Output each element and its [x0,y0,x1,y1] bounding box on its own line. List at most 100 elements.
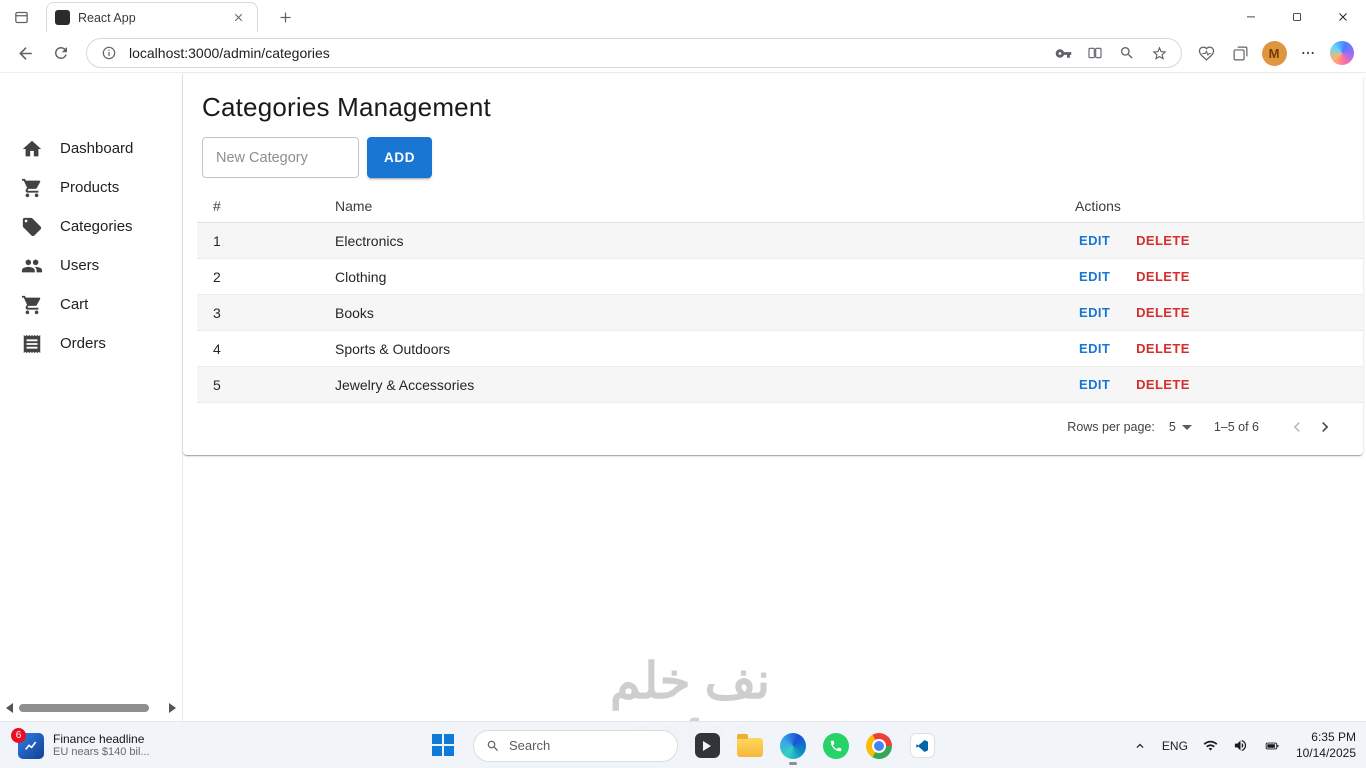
new-tab-icon[interactable] [274,6,296,28]
next-page-button[interactable] [1311,413,1339,441]
sidebar-item-products[interactable]: Products [0,168,182,207]
add-button[interactable]: ADD [367,137,433,178]
passwords-key-icon[interactable] [1051,41,1075,65]
cart-icon [21,178,41,197]
home-icon [22,140,42,156]
sidebar-item-dashboard[interactable]: Dashboard [0,129,182,168]
url-text[interactable]: localhost:3000/admin/categories [129,45,1043,61]
rows-per-page-select[interactable]: 5 [1169,420,1192,434]
sidebar-item-label: Dashboard [60,140,134,157]
vscode-icon[interactable] [908,726,936,766]
sidebar-item-categories[interactable]: Categories [0,207,182,246]
edit-button[interactable]: EDIT [1075,231,1114,250]
tab-close-icon[interactable] [227,7,249,29]
scrollbar-thumb[interactable] [19,704,149,712]
battery-icon[interactable] [1263,739,1281,753]
volume-icon[interactable] [1233,738,1248,753]
sidebar-item-label: Products [60,179,120,196]
admin-sidebar: Dashboard Products Categories Users Cart… [0,73,183,768]
column-header-num: # [197,192,319,223]
refresh-icon[interactable] [46,38,76,68]
browser-essentials-icon[interactable] [1192,39,1220,67]
sidebar-item-users[interactable]: Users [0,246,182,285]
window-close-button[interactable] [1320,0,1366,34]
tray-chevron-up-icon[interactable] [1133,739,1147,753]
sidebar-item-orders[interactable]: Orders [0,324,182,363]
column-header-name: Name [319,192,1059,223]
chrome-browser-icon[interactable] [865,726,893,766]
tab-actions-icon[interactable] [8,4,34,30]
taskbar-search[interactable] [473,729,678,762]
column-header-actions: Actions [1059,192,1363,223]
settings-ellipsis-icon[interactable] [1294,39,1322,67]
media-player-app-icon[interactable] [693,726,721,766]
clock-time: 6:35 PM [1311,729,1356,744]
cart-icon [21,295,41,314]
receipt-icon [23,334,41,353]
delete-button[interactable]: DELETE [1132,231,1194,250]
edit-button[interactable]: EDIT [1075,303,1114,322]
delete-button[interactable]: DELETE [1132,339,1194,358]
table-row: 5 Jewelry & Accessories EDIT DELETE [197,366,1363,403]
categories-table: # Name Actions 1 Electronics EDIT DELETE [197,192,1363,403]
edit-button[interactable]: EDIT [1075,375,1114,394]
copilot-icon[interactable] [1328,39,1356,67]
row-name: Electronics [319,222,1059,259]
edit-button[interactable]: EDIT [1075,339,1114,358]
edit-button[interactable]: EDIT [1075,267,1114,286]
taskbar-clock[interactable]: 6:35 PM 10/14/2025 [1296,730,1356,761]
row-name: Jewelry & Accessories [319,366,1059,403]
sidebar-item-cart[interactable]: Cart [0,285,182,324]
profile-avatar[interactable]: M [1260,39,1288,67]
delete-button[interactable]: DELETE [1132,267,1194,286]
scrollbar-right-arrow-icon[interactable] [169,703,176,713]
taskbar: 6 Finance headline EU nears $140 bil... [0,721,1366,768]
scrollbar-left-arrow-icon[interactable] [6,703,13,713]
back-icon[interactable] [10,38,40,68]
table-row: 2 Clothing EDIT DELETE [197,258,1363,295]
previous-page-button[interactable] [1283,413,1311,441]
delete-button[interactable]: DELETE [1132,303,1194,322]
main-area: Categories Management ADD # Name Actions [183,73,1366,768]
table-row: 1 Electronics EDIT DELETE [197,222,1363,259]
favorites-star-icon[interactable] [1147,41,1171,65]
sidebar-item-label: Cart [60,296,89,313]
collections-icon[interactable] [1226,39,1254,67]
screen: React App localhost:3000/admin/categorie… [0,0,1366,768]
wifi-icon[interactable] [1203,738,1218,753]
whatsapp-icon[interactable] [822,726,850,766]
address-bar[interactable]: localhost:3000/admin/categories [86,38,1182,68]
add-category-form: ADD [183,123,1363,178]
sidebar-horizontal-scrollbar[interactable] [2,700,180,716]
taskbar-search-input[interactable] [509,738,649,753]
window-maximize-button[interactable] [1274,0,1320,34]
row-num: 5 [197,366,319,403]
language-indicator[interactable]: ENG [1162,739,1188,753]
site-info-icon[interactable] [97,41,121,65]
windows-logo-icon [432,733,456,758]
sidebar-item-label: Orders [60,335,106,352]
window-minimize-button[interactable] [1228,0,1274,34]
delete-button[interactable]: DELETE [1132,375,1194,394]
row-name: Clothing [319,258,1059,295]
window-controls [1228,0,1366,34]
new-category-input[interactable] [202,137,359,178]
browser-tabstrip: React App [0,0,1366,34]
categories-card: Categories Management ADD # Name Actions [183,74,1363,455]
row-name: Books [319,294,1059,331]
row-num: 1 [197,222,319,259]
sidebar-item-label: Categories [60,218,133,235]
table-row: 3 Books EDIT DELETE [197,294,1363,331]
taskbar-widget[interactable]: 6 Finance headline EU nears $140 bil... [11,722,156,768]
tab-favicon [55,10,70,25]
start-button[interactable] [430,726,458,766]
sidebar-item-label: Users [60,257,100,274]
row-name: Sports & Outdoors [319,330,1059,367]
file-explorer-icon[interactable] [736,726,764,766]
edge-browser-icon[interactable] [779,726,807,766]
widget-subtitle: EU nears $140 bil... [53,746,150,759]
widget-badge: 6 [11,727,26,743]
browser-tab-active[interactable]: React App [46,2,258,32]
find-zoom-icon[interactable] [1115,41,1139,65]
split-screen-icon[interactable] [1083,41,1107,65]
